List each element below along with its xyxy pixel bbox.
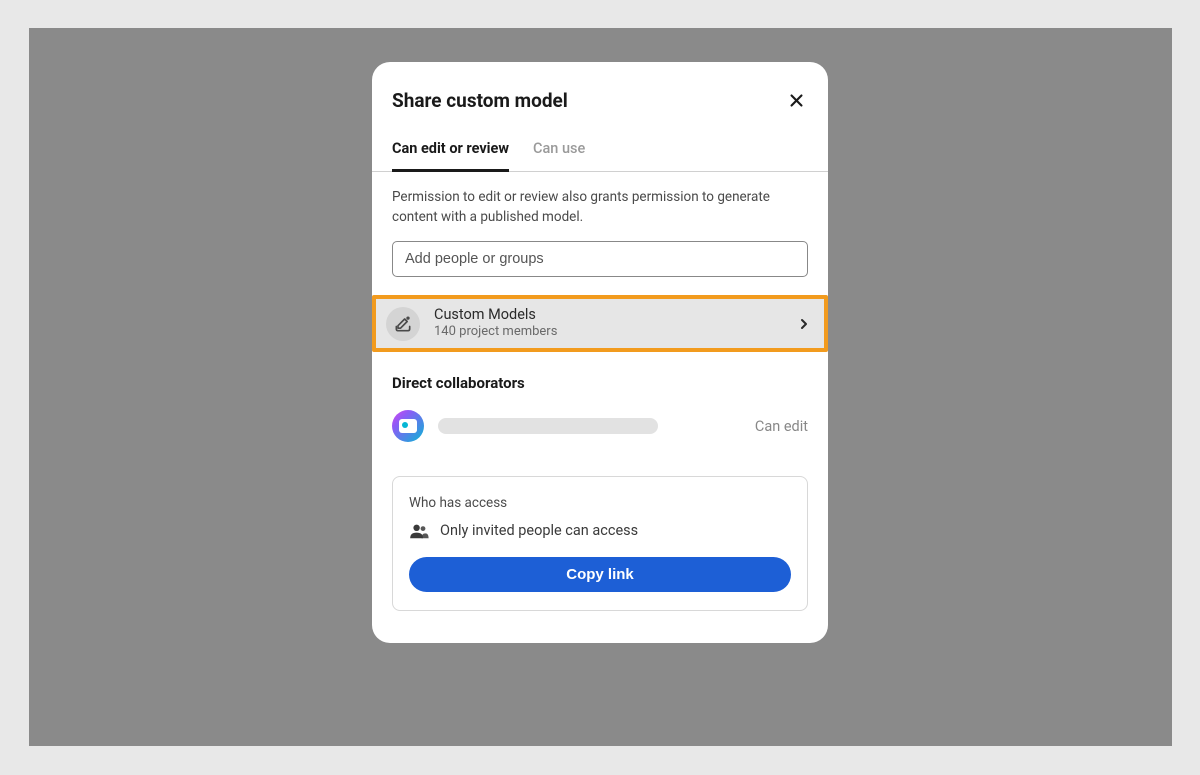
collaborator-row: Can edit [372, 400, 828, 452]
close-button[interactable] [784, 88, 808, 112]
model-icon [393, 314, 413, 334]
tab-can-edit-or-review[interactable]: Can edit or review [392, 140, 509, 172]
tab-can-use[interactable]: Can use [533, 140, 585, 171]
copy-link-button[interactable]: Copy link [409, 557, 791, 592]
access-panel: Who has access Only invited people can a… [392, 476, 808, 611]
access-description: Only invited people can access [440, 522, 638, 539]
close-icon [788, 92, 805, 109]
modal-title: Share custom model [392, 89, 568, 112]
collaborator-avatar [392, 410, 424, 442]
project-text: Custom Models 140 project members [434, 306, 557, 341]
add-people-input[interactable] [392, 241, 808, 277]
collaborator-permission[interactable]: Can edit [755, 418, 808, 435]
project-info: Custom Models 140 project members [386, 306, 557, 341]
modal-header: Share custom model [372, 88, 828, 112]
permission-description: Permission to edit or review also grants… [372, 172, 828, 241]
modal-overlay: Share custom model Can edit or review Ca… [29, 28, 1172, 746]
share-modal: Share custom model Can edit or review Ca… [372, 62, 828, 643]
direct-collaborators-heading: Direct collaborators [372, 352, 828, 400]
project-avatar [386, 307, 420, 341]
project-members-item[interactable]: Custom Models 140 project members [372, 295, 828, 352]
project-name: Custom Models [434, 306, 557, 324]
collaborator-name-redacted [438, 418, 658, 434]
people-icon [409, 523, 429, 539]
access-description-row: Only invited people can access [409, 522, 791, 539]
access-heading: Who has access [409, 495, 791, 511]
permission-tabs: Can edit or review Can use [372, 140, 828, 172]
project-member-count: 140 project members [434, 324, 557, 341]
collaborator-info [392, 410, 658, 442]
chevron-right-icon [796, 316, 812, 332]
input-wrapper [372, 241, 828, 277]
